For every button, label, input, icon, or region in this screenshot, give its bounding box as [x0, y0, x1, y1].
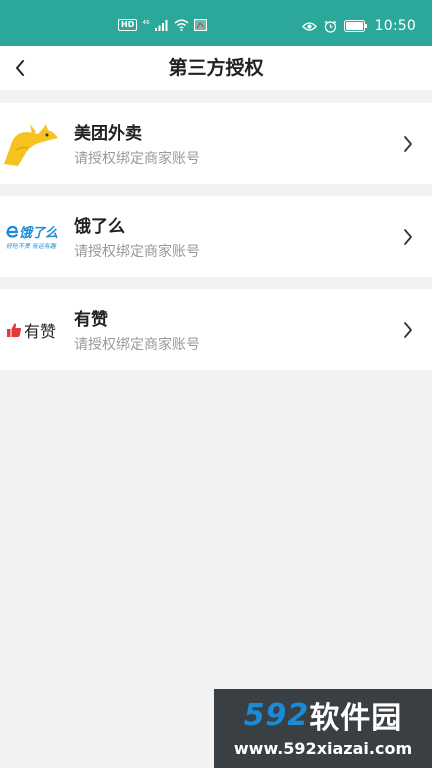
eleme-logo-text: 饿了么: [19, 226, 59, 241]
notification-icon: [193, 19, 207, 31]
auth-item-youzan[interactable]: 有赞 有赞 请授权绑定商家账号: [0, 289, 432, 370]
item-name: 有赞: [74, 310, 108, 330]
signal-icon: [154, 20, 168, 31]
auth-item-eleme[interactable]: 饿了么 好吃不贵 有运有趣 饿了么 请授权绑定商家账号: [0, 196, 432, 277]
nav-bar: 第三方授权: [0, 46, 432, 90]
item-name: 美团外卖: [74, 124, 142, 144]
page-title: 第三方授权: [168, 57, 264, 79]
auth-item-meituan[interactable]: 美团外卖 请授权绑定商家账号: [0, 103, 432, 184]
chevron-right-icon: [404, 322, 412, 338]
item-name: 饿了么: [74, 217, 125, 237]
thumbs-up-icon: [6, 323, 22, 337]
item-desc: 请授权绑定商家账号: [74, 337, 200, 353]
status-time: 10:50: [374, 18, 416, 34]
hd-badge: HD: [118, 19, 138, 31]
watermark: 592 软件园 www.592xiazai.com: [214, 689, 432, 768]
watermark-logo: 592 软件园: [220, 695, 426, 737]
wifi-icon: [174, 19, 189, 31]
alarm-icon: [324, 20, 337, 33]
eleme-logo-slogan: 好吃不贵 有运有趣: [6, 243, 56, 250]
watermark-cn-text: 软件园: [309, 701, 403, 736]
item-desc: 请授权绑定商家账号: [74, 151, 200, 167]
eye-icon: [301, 21, 317, 31]
chevron-right-icon: [404, 229, 412, 245]
battery-icon: [343, 20, 367, 32]
item-desc: 请授权绑定商家账号: [74, 244, 200, 260]
eleme-logo: 饿了么 好吃不贵 有运有趣: [2, 212, 60, 262]
chevron-right-icon: [404, 136, 412, 152]
status-left-group: HD ⁴⁶: [118, 18, 207, 32]
network-type: ⁴⁶: [142, 20, 150, 30]
watermark-url: www.592xiazai.com: [233, 739, 413, 758]
status-right-group: 10:50: [301, 18, 416, 34]
chevron-left-icon: [16, 60, 24, 76]
watermark-number: 592: [243, 697, 310, 733]
back-button[interactable]: [0, 46, 40, 90]
youzan-logo: 有赞: [2, 305, 60, 355]
meituan-kangaroo-logo: [2, 119, 60, 169]
youzan-logo-text: 有赞: [23, 322, 56, 341]
status-bar: HD ⁴⁶ 10:50: [0, 0, 432, 46]
